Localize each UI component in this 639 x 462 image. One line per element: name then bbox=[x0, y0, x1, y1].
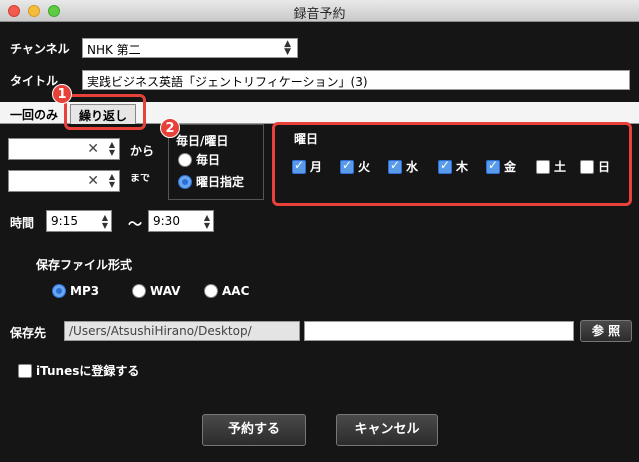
stepper-icon[interactable]: ▲ ▼ bbox=[102, 214, 108, 230]
stepper-icon[interactable]: ▲ ▼ bbox=[204, 214, 210, 230]
day-mon-checkbox[interactable]: 月 bbox=[292, 158, 322, 175]
time-label: 時間 bbox=[10, 216, 35, 230]
dialog-content: チャンネル NHK 第二 ▲ ▼ タイトル 実践ビジネス英語「ジェントリフィケーシ… bbox=[0, 22, 639, 462]
start-time-value: 9:15 bbox=[51, 214, 78, 228]
checkbox-checked-icon bbox=[486, 158, 500, 174]
format-wav-option[interactable]: WAV bbox=[132, 283, 180, 298]
day-fri-checkbox[interactable]: 金 bbox=[486, 158, 516, 175]
window-titlebar: 録音予約 bbox=[0, 0, 639, 22]
callout-frame-1 bbox=[64, 94, 146, 130]
end-time-value: 9:30 bbox=[153, 214, 180, 228]
repeat-mode-title: 毎日/曜日 bbox=[176, 134, 229, 148]
day-thu-checkbox[interactable]: 木 bbox=[438, 158, 468, 175]
end-time-field[interactable]: 9:30 ▲ ▼ bbox=[148, 210, 214, 232]
title-label: タイトル bbox=[10, 74, 59, 88]
day-wed-checkbox[interactable]: 水 bbox=[388, 158, 418, 175]
radio-selected-icon bbox=[52, 283, 66, 298]
day-sun-checkbox[interactable]: 日 bbox=[580, 158, 610, 175]
from-suffix: から bbox=[130, 144, 155, 158]
radio-icon bbox=[178, 152, 192, 167]
checkbox-checked-icon bbox=[438, 158, 452, 174]
clear-icon[interactable]: ✕ bbox=[87, 141, 99, 157]
reserve-button[interactable]: 予約する bbox=[202, 414, 306, 446]
start-date-combo[interactable]: ✕ ▲ ▼ bbox=[8, 138, 120, 160]
stepper-icon[interactable]: ▲ ▼ bbox=[109, 141, 115, 157]
save-path-field: /Users/AtsushiHirano/Desktop/ bbox=[64, 321, 300, 341]
tab-once[interactable]: 一回のみ bbox=[2, 104, 66, 124]
cancel-button[interactable]: キャンセル bbox=[336, 414, 438, 446]
select-arrows-icon: ▲ ▼ bbox=[284, 39, 291, 57]
day-tue-checkbox[interactable]: 火 bbox=[340, 158, 370, 175]
start-time-field[interactable]: 9:15 ▲ ▼ bbox=[46, 210, 112, 232]
save-extra-field[interactable] bbox=[304, 321, 574, 341]
channel-label: チャンネル bbox=[10, 42, 70, 56]
browse-button[interactable]: 参 照 bbox=[580, 320, 632, 342]
checkbox-icon bbox=[580, 159, 594, 174]
itunes-register-checkbox[interactable]: iTunesに登録する bbox=[18, 362, 139, 379]
radio-icon bbox=[132, 283, 146, 298]
repeat-weekday-option[interactable]: 曜日指定 bbox=[178, 173, 244, 190]
time-separator: 〜 bbox=[128, 217, 142, 233]
weekdays-title: 曜日 bbox=[294, 132, 319, 146]
channel-value: NHK 第二 bbox=[87, 43, 141, 57]
title-input[interactable]: 実践ビジネス英語「ジェントリフィケーション」(3) bbox=[82, 70, 630, 90]
checkbox-checked-icon bbox=[340, 158, 354, 174]
day-sat-checkbox[interactable]: 土 bbox=[536, 158, 566, 175]
callout-badge-2: 2 bbox=[160, 118, 180, 138]
format-aac-option[interactable]: AAC bbox=[204, 283, 249, 298]
callout-badge-1: 1 bbox=[52, 84, 72, 104]
window-title: 録音予約 bbox=[293, 7, 346, 22]
radio-icon bbox=[204, 283, 218, 298]
end-date-combo[interactable]: ✕ ▲ ▼ bbox=[8, 170, 120, 192]
channel-select[interactable]: NHK 第二 ▲ ▼ bbox=[82, 38, 298, 58]
format-mp3-option[interactable]: MP3 bbox=[52, 283, 99, 298]
checkbox-checked-icon bbox=[292, 158, 306, 174]
repeat-daily-option[interactable]: 毎日 bbox=[178, 151, 220, 168]
file-format-title: 保存ファイル形式 bbox=[36, 258, 133, 272]
checkbox-icon bbox=[18, 363, 32, 378]
checkbox-icon bbox=[536, 159, 550, 174]
save-dest-label: 保存先 bbox=[10, 326, 47, 340]
to-suffix: まで bbox=[130, 174, 150, 184]
stepper-icon[interactable]: ▲ ▼ bbox=[109, 173, 115, 189]
clear-icon[interactable]: ✕ bbox=[87, 173, 99, 189]
radio-selected-icon bbox=[178, 174, 192, 189]
checkbox-checked-icon bbox=[388, 158, 402, 174]
